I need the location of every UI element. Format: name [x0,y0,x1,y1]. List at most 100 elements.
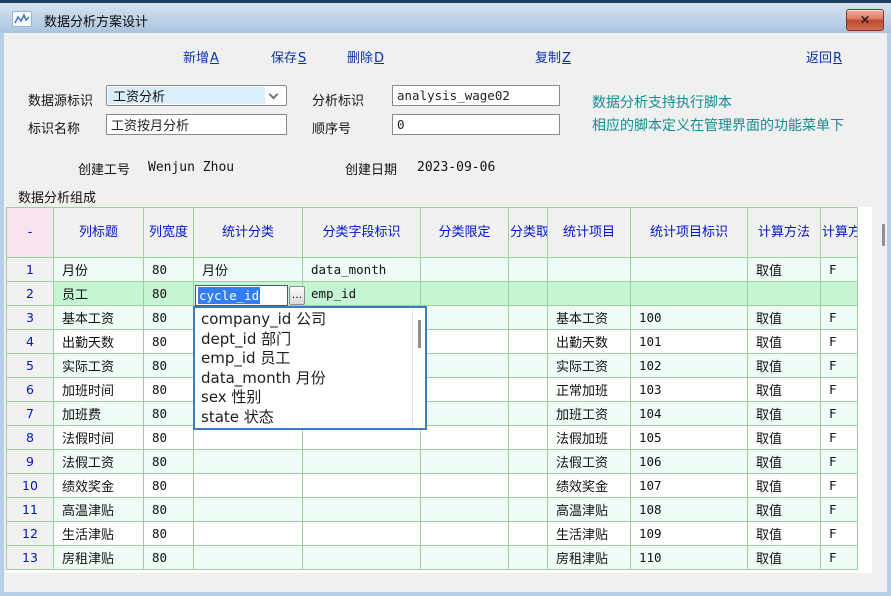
grid-cell-r10-c4[interactable] [303,474,421,498]
grid-cell-r2-c8[interactable] [631,282,748,306]
grid-cell-r3-c8[interactable]: 100 [631,306,748,330]
grid-cell-r2-c1[interactable]: 员工 [54,282,144,306]
grid-cell-r9-c7[interactable]: 法假工资 [548,450,631,474]
grid-cell-r10-c8[interactable]: 107 [631,474,748,498]
name-field[interactable]: 工资按月分析 [106,114,287,135]
grid-cell-r5-c9[interactable]: 取值 [748,354,821,378]
grid-cell-r2-c5[interactable] [421,282,509,306]
grid-cell-r6-c10[interactable]: F [821,378,858,402]
grid-cell-r2-c4[interactable]: emp_id [303,282,421,306]
grid-cell-r13-c3[interactable] [194,546,303,570]
grid-cell-r9-c3[interactable] [194,450,303,474]
grid-cell-r13-c10[interactable]: F [821,546,858,570]
grid-cell-r13-c8[interactable]: 110 [631,546,748,570]
grid-cell-r4-c10[interactable]: F [821,330,858,354]
grid-cell-r5-c5[interactable] [421,354,509,378]
grid-cell-r13-c4[interactable] [303,546,421,570]
grid-cell-r9-c1[interactable]: 法假工资 [54,450,144,474]
grid-cell-r3-c1[interactable]: 基本工资 [54,306,144,330]
grid-cell-r7-c9[interactable]: 取值 [748,402,821,426]
dropdown-item-dept_id[interactable]: dept_id 部门 [201,330,425,350]
grid-cell-r5-c7[interactable]: 实际工资 [548,354,631,378]
grid-cell-r3-c2[interactable]: 80 [144,306,194,330]
grid-cell-r7-c6[interactable] [509,402,548,426]
grid-cell-r11-c8[interactable]: 108 [631,498,748,522]
grid-cell-r8-c1[interactable]: 法假时间 [54,426,144,450]
grid-cell-r7-c10[interactable]: F [821,402,858,426]
grid-cell-r1-c7[interactable] [548,258,631,282]
grid-cell-r12-c10[interactable]: F [821,522,858,546]
grid-cell-r11-c9[interactable]: 取值 [748,498,821,522]
dropdown-item-company_id[interactable]: company_id 公司 [201,310,425,330]
grid-cell-r11-c1[interactable]: 高温津贴 [54,498,144,522]
grid-cell-r9-c5[interactable] [421,450,509,474]
grid-cell-r1-c6[interactable] [509,258,548,282]
grid-cell-r1-c8[interactable] [631,258,748,282]
grid-cell-r5-c10[interactable]: F [821,354,858,378]
grid-cell-r7-c8[interactable]: 104 [631,402,748,426]
grid-cell-r11-c10[interactable]: F [821,498,858,522]
grid-cell-r3-c9[interactable]: 取值 [748,306,821,330]
dropdown-item-state[interactable]: state 状态 [201,408,425,428]
datasource-combobox[interactable]: 工资分析 [106,85,287,106]
grid-cell-r1-c2[interactable]: 80 [144,258,194,282]
grid-cell-r8-c5[interactable] [421,426,509,450]
grid-cell-r12-c4[interactable] [303,522,421,546]
grid-cell-r9-c2[interactable]: 80 [144,450,194,474]
grid-cell-r10-c7[interactable]: 绩效奖金 [548,474,631,498]
grid-cell-r12-c1[interactable]: 生活津贴 [54,522,144,546]
grid-cell-r9-c4[interactable] [303,450,421,474]
grid-cell-r9-c9[interactable]: 取值 [748,450,821,474]
cell-editor-input[interactable]: cycle_id [195,285,288,306]
grid-cell-r3-c6[interactable] [509,306,548,330]
grid-cell-r8-c8[interactable]: 105 [631,426,748,450]
analysis-id-field[interactable]: analysis_wage02 [392,85,560,106]
grid-cell-r8-c2[interactable]: 80 [144,426,194,450]
grid-cell-r1-c5[interactable] [421,258,509,282]
grid-cell-r6-c9[interactable]: 取值 [748,378,821,402]
grid-cell-r8-c6[interactable] [509,426,548,450]
grid-cell-r1-c1[interactable]: 月份 [54,258,144,282]
grid-cell-r7-c2[interactable]: 80 [144,402,194,426]
grid-cell-r10-c5[interactable] [421,474,509,498]
grid-cell-r4-c6[interactable] [509,330,548,354]
grid-cell-r12-c7[interactable]: 生活津贴 [548,522,631,546]
copy-button[interactable]: 复制Z [535,47,571,66]
grid-cell-r5-c1[interactable]: 实际工资 [54,354,144,378]
dropdown-scrollbar[interactable] [412,308,425,428]
grid-cell-r1-c9[interactable]: 取值 [748,258,821,282]
grid-cell-r11-c5[interactable] [421,498,509,522]
delete-button[interactable]: 删除D [347,47,384,66]
grid-cell-r6-c2[interactable]: 80 [144,378,194,402]
grid-cell-r4-c7[interactable]: 出勤天数 [548,330,631,354]
dropdown-item-sex[interactable]: sex 性别 [201,388,425,408]
grid-cell-r10-c10[interactable]: F [821,474,858,498]
grid-cell-r3-c5[interactable] [421,306,509,330]
grid-cell-r6-c7[interactable]: 正常加班 [548,378,631,402]
grid-cell-r10-c6[interactable] [509,474,548,498]
grid-cell-r7-c5[interactable] [421,402,509,426]
grid-cell-r8-c7[interactable]: 法假加班 [548,426,631,450]
grid-cell-r6-c1[interactable]: 加班时间 [54,378,144,402]
grid-cell-r13-c7[interactable]: 房租津贴 [548,546,631,570]
grid-cell-r5-c6[interactable] [509,354,548,378]
grid-cell-r12-c2[interactable]: 80 [144,522,194,546]
grid-cell-r11-c4[interactable] [303,498,421,522]
grid-cell-r1-c3[interactable]: 月份 [194,258,303,282]
grid-cell-r11-c6[interactable] [509,498,548,522]
grid-cell-r6-c5[interactable] [421,378,509,402]
grid-cell-r9-c8[interactable]: 106 [631,450,748,474]
grid-cell-r10-c1[interactable]: 绩效奖金 [54,474,144,498]
grid-cell-r12-c3[interactable] [194,522,303,546]
save-button[interactable]: 保存S [271,47,306,66]
grid-cell-r10-c3[interactable] [194,474,303,498]
grid-cell-r4-c8[interactable]: 101 [631,330,748,354]
lookup-ellipsis-button[interactable]: … [289,286,305,305]
new-button[interactable]: 新增A [183,47,219,66]
grid-cell-r6-c6[interactable] [509,378,548,402]
grid-cell-r2-c10[interactable] [821,282,858,306]
grid-cell-r12-c8[interactable]: 109 [631,522,748,546]
grid-cell-r5-c8[interactable]: 102 [631,354,748,378]
grid-cell-r2-c7[interactable] [548,282,631,306]
grid-cell-r4-c2[interactable]: 80 [144,330,194,354]
